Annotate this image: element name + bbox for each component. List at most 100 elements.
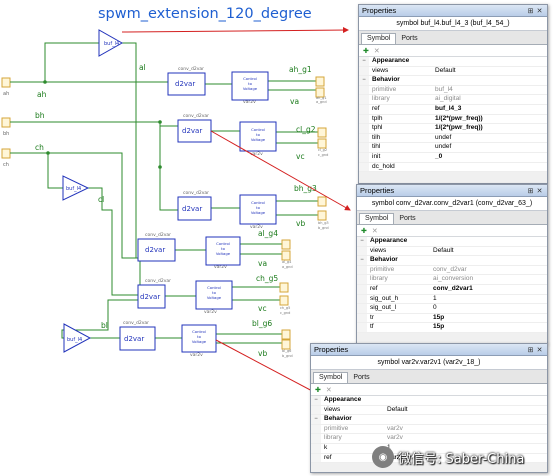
pin-icon[interactable]: ⊞ <box>526 7 535 15</box>
add-icon[interactable]: ✚ <box>315 386 321 394</box>
tab-ports[interactable]: Ports <box>394 214 420 224</box>
property-value[interactable]: ai_digital <box>432 94 547 105</box>
property-value[interactable]: Default <box>430 246 547 257</box>
collapse-icon[interactable]: − <box>311 396 321 406</box>
collapse-icon[interactable]: − <box>357 255 367 266</box>
property-value[interactable]: 1/(2*(pwr_freq)) <box>432 123 547 134</box>
property-row[interactable]: dc_hold <box>359 162 547 173</box>
svg-text:d2var: d2var <box>182 127 202 135</box>
panel-titlebar[interactable]: Properties ⊞ ✕ <box>359 5 547 17</box>
add-icon[interactable]: ✚ <box>361 227 367 235</box>
property-row[interactable]: tilh undef <box>359 133 547 144</box>
property-value[interactable]: buf_l4_3 <box>432 104 547 115</box>
property-row[interactable]: ref buf_l4_3 <box>359 104 547 115</box>
ctv-block-5[interactable]: var2v Control to Voltage ch_g5 vc ch_g5 … <box>195 274 290 315</box>
property-row[interactable]: ref conv_d2var1 <box>357 284 547 295</box>
property-row[interactable]: library ai_digital <box>359 94 547 105</box>
property-row[interactable]: views Default <box>359 66 547 77</box>
close-icon[interactable]: ✕ <box>535 187 544 195</box>
property-row[interactable]: primitive var2v <box>311 424 547 435</box>
delete-icon[interactable]: ✕ <box>374 47 380 55</box>
d2var-converter-6[interactable]: conv_d2var d2var <box>119 320 156 351</box>
property-value[interactable]: _0 <box>432 152 547 163</box>
property-value[interactable]: undef <box>432 133 547 144</box>
property-value[interactable]: Default <box>432 66 547 77</box>
property-value[interactable]: conv_d2var1 <box>430 284 547 295</box>
property-category[interactable]: − Behavior <box>359 75 547 86</box>
tab-ports[interactable]: Ports <box>348 373 374 383</box>
property-value[interactable]: Default <box>384 405 547 416</box>
property-row[interactable]: tplh 1/(2*(pwr_freq)) <box>359 114 547 125</box>
property-value[interactable]: undef <box>432 142 547 153</box>
buffer-3[interactable]: buf_l4 <box>63 323 92 353</box>
tab-symbol[interactable]: Symbol <box>359 213 395 224</box>
property-value[interactable]: 1 <box>430 294 547 305</box>
input-port-ah[interactable]: ah <box>1 77 11 97</box>
property-row[interactable]: sig_out_l 0 <box>357 303 547 314</box>
close-icon[interactable]: ✕ <box>535 7 544 15</box>
property-value[interactable] <box>430 255 547 266</box>
property-row[interactable]: tf 15p <box>357 322 547 333</box>
d2var-converter-4[interactable]: conv_d2var d2var <box>137 232 176 262</box>
property-value[interactable] <box>432 57 547 67</box>
property-row[interactable]: tr 15p <box>357 313 547 324</box>
property-category[interactable]: − Behavior <box>311 414 547 425</box>
ctv-block-1[interactable]: var2v Control to Voltage ah_g1 va ah_g1 … <box>231 65 327 106</box>
property-row[interactable]: tphl 1/(2*(pwr_freq)) <box>359 123 547 134</box>
property-value[interactable] <box>384 396 547 406</box>
input-port-bh[interactable]: bh <box>1 117 11 137</box>
collapse-icon[interactable]: − <box>359 57 369 67</box>
property-value[interactable] <box>432 75 547 86</box>
add-icon[interactable]: ✚ <box>363 47 369 55</box>
panel-titlebar[interactable]: Properties ⊞ ✕ <box>311 344 547 356</box>
property-value[interactable] <box>432 162 547 173</box>
property-row[interactable]: sig_out_h 1 <box>357 294 547 305</box>
tab-symbol[interactable]: Symbol <box>313 372 349 383</box>
property-value[interactable]: buf_l4 <box>432 85 547 96</box>
property-value[interactable]: 0 <box>430 303 547 314</box>
panel-titlebar[interactable]: Properties ⊞ ✕ <box>357 185 547 197</box>
property-category[interactable]: − Behavior <box>357 255 547 266</box>
property-value[interactable]: 15p <box>430 313 547 324</box>
collapse-icon[interactable]: − <box>311 414 321 425</box>
property-value[interactable] <box>430 237 547 247</box>
ctv-block-4[interactable]: var2v Control to Voltage al_g4 va al_g4 … <box>205 229 293 270</box>
tab-symbol[interactable]: Symbol <box>361 33 397 44</box>
delete-icon[interactable]: ✕ <box>326 386 332 394</box>
buffer-1[interactable]: buf_l4 <box>98 29 124 57</box>
property-name: init <box>369 152 432 163</box>
property-value[interactable] <box>384 414 547 425</box>
pin-icon[interactable]: ⊞ <box>526 346 535 354</box>
property-row[interactable]: tihl undef <box>359 142 547 153</box>
pin-icon[interactable]: ⊞ <box>526 187 535 195</box>
property-row[interactable]: primitive buf_l4 <box>359 85 547 96</box>
property-value[interactable]: conv_d2var <box>430 265 547 276</box>
d2var-converter-2[interactable]: conv_d2var d2var <box>177 113 212 143</box>
d2var-converter-1[interactable]: conv_d2var d2var <box>167 66 206 96</box>
tab-ports[interactable]: Ports <box>396 34 422 44</box>
properties-panel-buffer[interactable]: Properties ⊞ ✕ symbol buf_l4.buf_l4_3 (b… <box>358 4 548 184</box>
property-row[interactable]: init _0 <box>359 152 547 163</box>
property-value[interactable]: var2v <box>384 424 547 435</box>
property-row[interactable]: views Default <box>357 246 547 257</box>
input-port-ch[interactable]: ch <box>1 148 11 168</box>
property-row[interactable]: primitive conv_d2var <box>357 265 547 276</box>
property-category[interactable]: − Appearance <box>359 57 547 67</box>
property-row[interactable]: views Default <box>311 405 547 416</box>
ctv-block-3[interactable]: var2v Control to Voltage bh_g3 vb bh_g3 … <box>239 184 329 230</box>
d2var-converter-5[interactable]: conv_d2var d2var <box>137 278 171 309</box>
collapse-icon[interactable]: − <box>359 75 369 86</box>
delete-icon[interactable]: ✕ <box>372 227 378 235</box>
property-row[interactable]: library ai_conversion <box>357 274 547 285</box>
property-category[interactable]: − Appearance <box>357 237 547 247</box>
buffer-2[interactable]: buf_l4 <box>62 175 90 201</box>
ctv-block-6[interactable]: var2v Control to Voltage bl_g6 vb bl_g6 … <box>181 319 293 358</box>
property-category[interactable]: − Appearance <box>311 396 547 406</box>
property-value[interactable]: 1/(2*(pwr_freq)) <box>432 114 547 125</box>
properties-panel-converter[interactable]: Properties ⊞ ✕ symbol conv_d2var.conv_d2… <box>356 184 548 344</box>
property-value[interactable]: ai_conversion <box>430 274 547 285</box>
collapse-icon[interactable]: − <box>357 237 367 247</box>
property-value[interactable]: 15p <box>430 322 547 333</box>
d2var-converter-3[interactable]: conv_d2var d2var <box>177 190 212 221</box>
close-icon[interactable]: ✕ <box>535 346 544 354</box>
